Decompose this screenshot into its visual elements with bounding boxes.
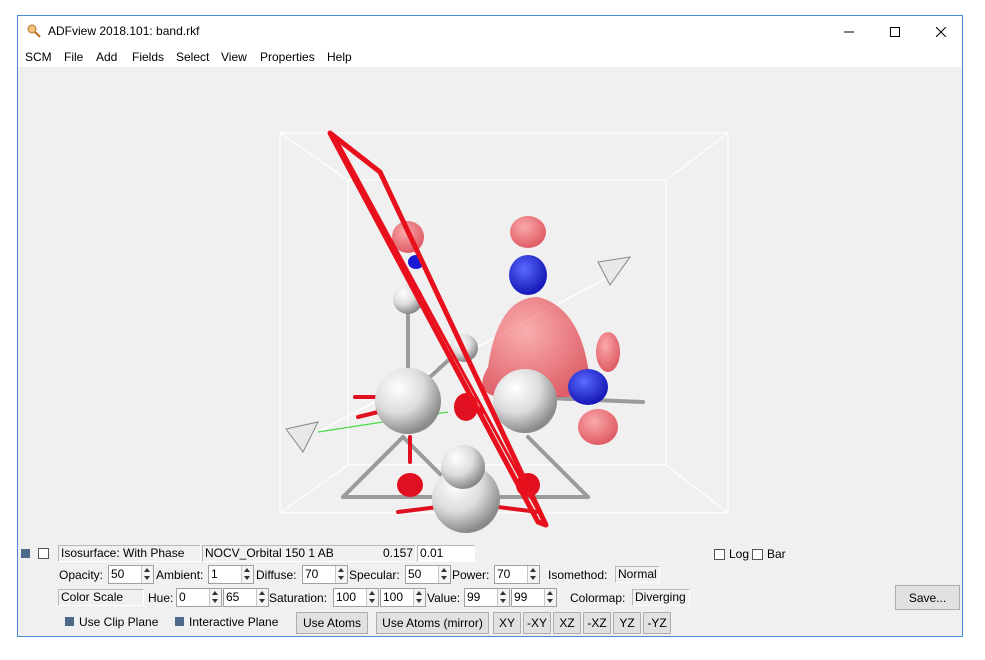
molecule-viewport[interactable] bbox=[18, 67, 962, 544]
close-button[interactable] bbox=[918, 16, 962, 47]
isosurface-panel: Isosurface: With Phase NOCV_Orbital 150 … bbox=[18, 544, 962, 636]
visibility-square-icon[interactable] bbox=[21, 549, 30, 558]
menu-scm[interactable]: SCM bbox=[25, 50, 52, 64]
plane-yz-button[interactable]: YZ bbox=[613, 612, 641, 634]
use-atoms-button[interactable]: Use Atoms bbox=[296, 612, 368, 634]
ambient-spinbox[interactable]: 1 bbox=[208, 565, 254, 584]
value-min-spinbox[interactable]: 99 bbox=[464, 588, 510, 607]
plane-xz-button[interactable]: XZ bbox=[553, 612, 581, 634]
save-button[interactable]: Save... bbox=[895, 585, 960, 610]
isomethod-label: Isomethod: bbox=[548, 568, 608, 582]
diffuse-label: Diffuse: bbox=[256, 568, 297, 582]
isosurface-type-field[interactable]: Isosurface: With Phase bbox=[58, 545, 201, 562]
spin-arrows-icon[interactable] bbox=[413, 589, 425, 606]
spin-arrows-icon[interactable] bbox=[335, 566, 347, 583]
spin-arrows-icon[interactable] bbox=[256, 589, 268, 606]
spin-arrows-icon[interactable] bbox=[497, 589, 509, 606]
spin-arrows-icon[interactable] bbox=[527, 566, 539, 583]
maximize-icon bbox=[890, 26, 900, 37]
axis-cone-left bbox=[285, 421, 319, 453]
opacity-spinbox[interactable]: 50 bbox=[108, 565, 154, 584]
power-label: Power: bbox=[452, 568, 490, 582]
isomethod-field[interactable]: Normal bbox=[615, 566, 660, 583]
iso-step-field[interactable]: 0.01 bbox=[417, 545, 475, 562]
opacity-label: Opacity: bbox=[59, 568, 104, 582]
iso-value: 0.157 bbox=[382, 546, 413, 560]
value-max-spinbox[interactable]: 99 bbox=[511, 588, 557, 607]
orbital-name: NOCV_Orbital 150 1 AB bbox=[205, 546, 334, 560]
app-window: ADFview 2018.101: band.rkf SCM File Add … bbox=[17, 15, 963, 637]
colormap-label: Colormap: bbox=[570, 591, 626, 605]
menu-properties[interactable]: Properties bbox=[260, 50, 315, 64]
maximize-button[interactable] bbox=[872, 16, 918, 47]
menu-view[interactable]: View bbox=[221, 50, 247, 64]
plane-neg-yz-button[interactable]: -YZ bbox=[643, 612, 671, 634]
visible-checkbox[interactable] bbox=[38, 548, 49, 559]
menu-add[interactable]: Add bbox=[96, 50, 117, 64]
diffuse-spinbox[interactable]: 70 bbox=[302, 565, 348, 584]
specular-label: Specular: bbox=[349, 568, 400, 582]
value-label: Value: bbox=[427, 591, 461, 605]
menu-bar: SCM File Add Fields Select View Properti… bbox=[18, 47, 962, 67]
use-clip-plane-label[interactable]: Use Clip Plane bbox=[79, 615, 158, 629]
log-checkbox[interactable] bbox=[714, 549, 725, 560]
hue-min-spinbox[interactable]: 0 bbox=[176, 588, 222, 607]
menu-help[interactable]: Help bbox=[327, 50, 352, 64]
specular-spinbox[interactable]: 50 bbox=[405, 565, 451, 584]
adfview-app-icon bbox=[27, 24, 41, 38]
menu-fields[interactable]: Fields bbox=[132, 50, 164, 64]
minimize-icon bbox=[844, 31, 854, 32]
spin-arrows-icon[interactable] bbox=[141, 566, 153, 583]
interactive-plane-label[interactable]: Interactive Plane bbox=[189, 615, 278, 629]
spin-arrows-icon[interactable] bbox=[209, 589, 221, 606]
title-bar: ADFview 2018.101: band.rkf bbox=[18, 16, 962, 47]
hue-label: Hue: bbox=[148, 591, 174, 605]
interactive-plane-toggle-icon[interactable] bbox=[175, 617, 184, 626]
spin-arrows-icon[interactable] bbox=[366, 589, 378, 606]
window-title: ADFview 2018.101: band.rkf bbox=[48, 24, 200, 38]
colormap-field[interactable]: Diverging bbox=[632, 589, 690, 606]
power-spinbox[interactable]: 70 bbox=[494, 565, 540, 584]
plane-xy-button[interactable]: XY bbox=[493, 612, 521, 634]
ambient-label: Ambient: bbox=[156, 568, 204, 582]
color-scale-field[interactable]: Color Scale bbox=[58, 589, 144, 606]
bar-label: Bar bbox=[767, 547, 786, 561]
clip-plane-toggle-icon[interactable] bbox=[65, 617, 74, 626]
menu-select[interactable]: Select bbox=[176, 50, 209, 64]
close-icon bbox=[936, 26, 946, 37]
saturation-min-spinbox[interactable]: 100 bbox=[333, 588, 379, 607]
log-label: Log bbox=[729, 547, 750, 561]
saturation-label: Saturation: bbox=[269, 591, 328, 605]
use-atoms-mirror-button[interactable]: Use Atoms (mirror) bbox=[376, 612, 489, 634]
molecule-render[interactable] bbox=[18, 67, 962, 544]
hue-max-spinbox[interactable]: 65 bbox=[223, 588, 269, 607]
saturation-max-spinbox[interactable]: 100 bbox=[380, 588, 426, 607]
spin-arrows-icon[interactable] bbox=[438, 566, 450, 583]
minimize-button[interactable] bbox=[826, 16, 872, 47]
isosurface-positive bbox=[392, 216, 620, 497]
spin-arrows-icon[interactable] bbox=[544, 589, 556, 606]
bar-checkbox[interactable] bbox=[752, 549, 763, 560]
menu-file[interactable]: File bbox=[64, 50, 83, 64]
plane-neg-xy-button[interactable]: -XY bbox=[523, 612, 551, 634]
plane-neg-xz-button[interactable]: -XZ bbox=[583, 612, 611, 634]
spin-arrows-icon[interactable] bbox=[241, 566, 253, 583]
orbital-field[interactable]: NOCV_Orbital 150 1 AB 0.157 bbox=[202, 545, 416, 562]
